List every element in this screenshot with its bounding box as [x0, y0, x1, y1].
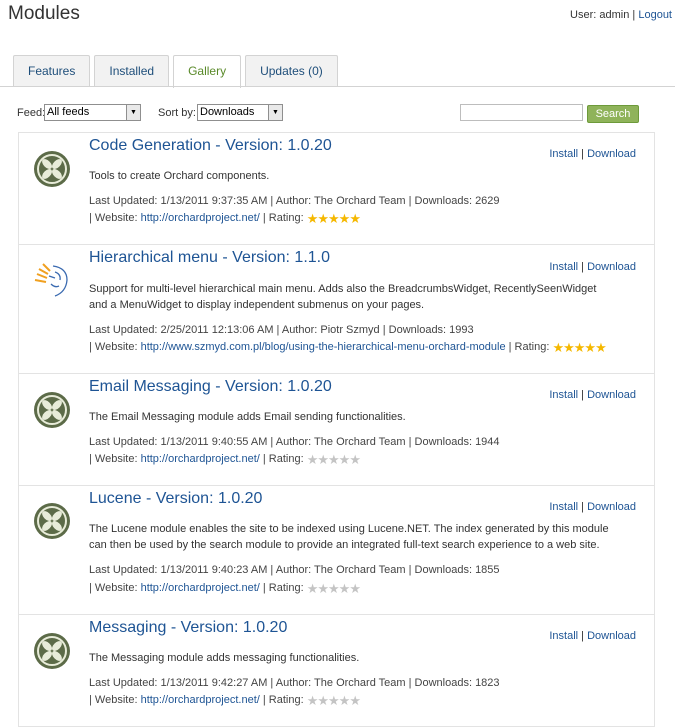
- module-title[interactable]: Email Messaging - Version: 1.0.20: [89, 378, 332, 396]
- search-button[interactable]: Search: [587, 105, 639, 123]
- website-link[interactable]: http://orchardproject.net/: [141, 694, 260, 706]
- website-link[interactable]: http://www.szmyd.com.pl/blog/using-the-h…: [141, 341, 506, 353]
- filter-controls: Feed: All feeds ▼ Sort by: Downloads ▼ S…: [17, 104, 641, 124]
- module-meta: Last Updated: 2/25/2011 12:13:06 AM | Au…: [89, 324, 474, 336]
- face-sketch-icon: [34, 263, 68, 297]
- module-links: | Website: http://orchardproject.net/ | …: [89, 451, 361, 467]
- rating-label: | Rating:: [508, 341, 550, 353]
- module-title[interactable]: Hierarchical menu - Version: 1.1.0: [89, 249, 330, 267]
- sort-select-value: Downloads: [200, 106, 255, 118]
- install-link[interactable]: Install: [549, 389, 578, 401]
- install-link[interactable]: Install: [549, 501, 578, 513]
- chevron-down-icon: ▼: [268, 105, 282, 120]
- list-item: Hierarchical menu - Version: 1.1.0 Insta…: [18, 245, 655, 374]
- logout-link[interactable]: Logout: [638, 9, 672, 21]
- tab-features[interactable]: Features: [13, 55, 91, 86]
- module-actions: Install | Download: [549, 261, 636, 273]
- website-label: | Website:: [89, 341, 138, 353]
- module-links: | Website: http://www.szmyd.com.pl/blog/…: [89, 339, 607, 355]
- orchard-logo-icon: [34, 151, 70, 187]
- rating-stars: ★★★★★: [306, 210, 361, 226]
- module-links: | Website: http://orchardproject.net/ | …: [89, 692, 361, 708]
- module-title[interactable]: Code Generation - Version: 1.0.20: [89, 137, 332, 155]
- module-description: The Email Messaging module adds Email se…: [89, 411, 406, 423]
- list-item: Messaging - Version: 1.0.20 Install | Do…: [18, 615, 655, 727]
- chevron-down-icon: ▼: [126, 105, 140, 120]
- page-title: Modules: [8, 3, 80, 24]
- website-link[interactable]: http://orchardproject.net/: [141, 453, 260, 465]
- tab-bar: Features Installed Gallery Updates (0): [13, 55, 342, 88]
- user-box: User: admin | Logout: [570, 9, 672, 21]
- orchard-logo-icon: [34, 392, 70, 428]
- module-description: The Messaging module adds messaging func…: [89, 652, 360, 664]
- module-actions: Install | Download: [549, 501, 636, 513]
- download-link[interactable]: Download: [587, 630, 636, 642]
- website-label: | Website:: [89, 582, 138, 594]
- download-link[interactable]: Download: [587, 148, 636, 160]
- module-meta: Last Updated: 1/13/2011 9:40:23 AM | Aut…: [89, 564, 500, 576]
- website-link[interactable]: http://orchardproject.net/: [141, 212, 260, 224]
- rating-label: | Rating:: [262, 694, 304, 706]
- module-meta: Last Updated: 1/13/2011 9:42:27 AM | Aut…: [89, 677, 500, 689]
- rating-stars: ★★★★★: [306, 580, 361, 596]
- list-item: Lucene - Version: 1.0.20 Install | Downl…: [18, 486, 655, 615]
- module-description: The Lucene module enables the site to be…: [89, 523, 609, 551]
- feed-select[interactable]: All feeds ▼: [44, 104, 141, 121]
- tab-gallery[interactable]: Gallery: [173, 55, 242, 88]
- feed-select-value: All feeds: [47, 106, 90, 118]
- module-links: | Website: http://orchardproject.net/ | …: [89, 580, 361, 596]
- website-link[interactable]: http://orchardproject.net/: [141, 582, 260, 594]
- module-actions: Install | Download: [549, 148, 636, 160]
- install-link[interactable]: Install: [549, 630, 578, 642]
- sort-select[interactable]: Downloads ▼: [197, 104, 283, 121]
- module-title[interactable]: Messaging - Version: 1.0.20: [89, 619, 287, 637]
- rating-label: | Rating:: [262, 212, 304, 224]
- module-meta: Last Updated: 1/13/2011 9:37:35 AM | Aut…: [89, 195, 500, 207]
- install-link[interactable]: Install: [549, 261, 578, 273]
- website-label: | Website:: [89, 694, 138, 706]
- orchard-logo-icon: [34, 633, 70, 669]
- search-input[interactable]: [460, 104, 583, 121]
- download-link[interactable]: Download: [587, 389, 636, 401]
- module-actions: Install | Download: [549, 630, 636, 642]
- module-description: Tools to create Orchard components.: [89, 170, 270, 182]
- download-link[interactable]: Download: [587, 261, 636, 273]
- feed-label: Feed:: [17, 107, 46, 119]
- sort-label: Sort by:: [158, 107, 196, 119]
- user-name: admin: [599, 9, 630, 21]
- module-links: | Website: http://orchardproject.net/ | …: [89, 210, 361, 226]
- tab-updates[interactable]: Updates (0): [245, 55, 338, 86]
- download-link[interactable]: Download: [587, 501, 636, 513]
- list-item: Code Generation - Version: 1.0.20 Instal…: [18, 133, 655, 245]
- user-label: User:: [570, 9, 597, 21]
- rating-label: | Rating:: [262, 453, 304, 465]
- module-meta: Last Updated: 1/13/2011 9:40:55 AM | Aut…: [89, 436, 500, 448]
- module-actions: Install | Download: [549, 389, 636, 401]
- install-link[interactable]: Install: [549, 148, 578, 160]
- rating-stars: ★★★★★: [552, 339, 606, 355]
- module-title[interactable]: Lucene - Version: 1.0.20: [89, 490, 262, 508]
- tab-installed[interactable]: Installed: [94, 55, 170, 86]
- rating-stars: ★★★★★: [306, 692, 361, 708]
- rating-stars: ★★★★★: [306, 451, 361, 467]
- rating-label: | Rating:: [262, 582, 304, 594]
- website-label: | Website:: [89, 212, 138, 224]
- list-item: Email Messaging - Version: 1.0.20 Instal…: [18, 374, 655, 486]
- module-description: Support for multi-level hierarchical mai…: [89, 283, 597, 311]
- module-list: Code Generation - Version: 1.0.20 Instal…: [18, 132, 655, 727]
- website-label: | Website:: [89, 453, 138, 465]
- tab-divider: [0, 86, 675, 87]
- orchard-logo-icon: [34, 503, 70, 539]
